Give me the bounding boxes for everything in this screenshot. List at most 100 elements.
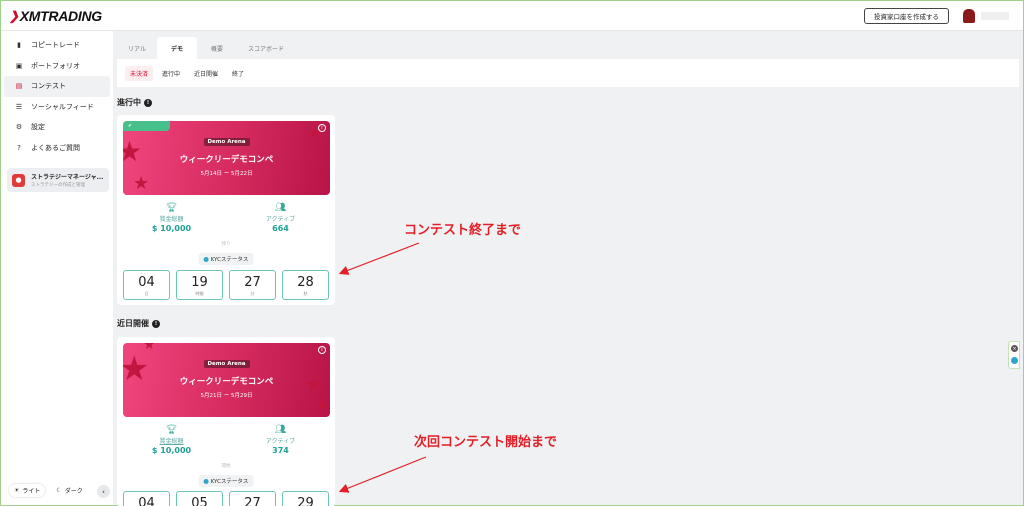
floating-side-widget[interactable]: × [1008, 341, 1020, 369]
active-stat: 👥︎ アクティブ 374 [226, 425, 335, 455]
avatar[interactable] [963, 9, 975, 23]
filter-ongoing[interactable]: 進行中 [157, 66, 185, 81]
account-tabs: リアル デモ 概要 スコアボード [117, 37, 295, 59]
timer-hours: 19 時間 [176, 270, 223, 300]
sidebar-item-label: コピートレード [31, 41, 80, 50]
contest-title: ウィークリーデモコンペ [179, 377, 274, 387]
timer-unit: 分 [250, 291, 255, 296]
timer-seconds: 28 秒 [282, 270, 329, 300]
sidebar-item-portfolio[interactable]: ▣ ポートフォリオ [4, 56, 110, 77]
tab-overview[interactable]: 概要 [197, 37, 237, 59]
start-label: 開始 [221, 464, 231, 469]
arena-label: Demo Arena [203, 360, 250, 368]
sidebar-item-label: ソーシャルフィード [31, 102, 94, 111]
portfolio-icon: ▣ [15, 61, 23, 70]
theme-light-button[interactable]: ☀ ライト [9, 484, 46, 497]
info-icon[interactable]: i [318, 124, 326, 132]
filter-finished[interactable]: 終了 [227, 66, 249, 81]
help-icon[interactable] [1011, 357, 1018, 364]
timer-days: 04 日 [123, 270, 170, 300]
faq-icon: ? [17, 143, 21, 152]
info-icon[interactable]: ! [152, 319, 160, 328]
star-decoration-icon: ★ [143, 343, 156, 353]
sidebar-item-label: ポートフォリオ [31, 61, 80, 70]
timer-minutes: 27 [229, 491, 276, 506]
strategy-manager-subtitle: ストラテジーの作成と管理 [31, 183, 85, 188]
timer-value: 05 [191, 496, 208, 506]
sidebar-item-faq[interactable]: ? よくあるご質問 [4, 138, 110, 159]
kyc-label: KYCステータス [210, 479, 249, 485]
theme-dark-button[interactable]: ☾ ダーク [51, 484, 87, 497]
filter-upcoming[interactable]: 近日開催 [189, 66, 223, 81]
users-icon: 👥︎ [274, 203, 287, 213]
user-name-placeholder[interactable] [981, 12, 1009, 20]
sidebar-item-contest[interactable]: ▤ コンテスト [4, 76, 110, 97]
active-stat: 👥︎ アクティブ 664 [226, 203, 335, 233]
kyc-dot-icon [203, 256, 209, 262]
sidebar-item-copy-trade[interactable]: ▮ コピートレード [4, 35, 110, 56]
info-icon[interactable]: i [318, 346, 326, 354]
countdown-timer: 04 日 19 時間 27 分 28 秒 [123, 270, 329, 300]
strategy-manager-title: ストラテジーマネージャ... [31, 174, 104, 181]
moon-icon: ☾ [56, 487, 62, 494]
tab-demo[interactable]: デモ [157, 37, 197, 59]
section-ongoing-label: 進行中 [117, 98, 141, 107]
timer-unit: 時間 [195, 291, 204, 296]
timer-seconds: 29 [282, 491, 329, 506]
prize-stat: 🏆︎ 賞金総額 $ 10,000 [117, 425, 226, 455]
top-bar: ❯ XMTRADING 投資家口座を作成する [1, 1, 1023, 31]
create-investor-account-button[interactable]: 投資家口座を作成する [864, 8, 949, 24]
sidebar-item-label: コンテスト [31, 82, 66, 91]
logo-chevron-icon: ❯ [9, 8, 19, 23]
strategy-manager-card[interactable]: ● ストラテジーマネージャ... ストラテジーの作成と管理 [7, 168, 109, 192]
sidebar-item-social-feed[interactable]: ☰ ソーシャルフィード [4, 97, 110, 118]
info-icon[interactable]: ! [144, 98, 152, 107]
sidebar-item-label: 設定 [31, 123, 45, 132]
prize-stat: 🏆︎ 賞金総額 $ 10,000 [117, 203, 226, 233]
timer-value: 29 [297, 496, 314, 506]
theme-dark-label: ダーク [64, 488, 83, 495]
theme-switcher: ☀ ライト ☾ ダーク [9, 484, 88, 497]
trophy-icon: 🏆︎ [165, 203, 178, 213]
arena-label: Demo Arena [203, 138, 250, 146]
countdown-timer: 04 05 27 29 [123, 491, 329, 506]
kyc-status-badge[interactable]: KYCステータス [198, 475, 254, 487]
active-label: アクティブ [265, 216, 296, 223]
active-value: 374 [272, 446, 289, 455]
sidebar: ▮ コピートレード ▣ ポートフォリオ ▤ コンテスト ☰ ソーシャルフィード ⚙ 設定 … [1, 31, 113, 505]
prize-value: $ 10,000 [151, 224, 192, 233]
tab-scoreboard[interactable]: スコアボード [237, 37, 295, 59]
filter-open[interactable]: 未決済 [125, 65, 154, 81]
timer-value: 27 [244, 496, 261, 506]
timer-value: 28 [297, 275, 314, 290]
kyc-label: KYCステータス [210, 257, 249, 263]
contest-banner: ★ ★ ★ ★ i Demo Arena ウィークリーデモコンペ 5月21日 ー… [123, 343, 330, 417]
contest-dates: 5月14日 ー 5月22日 [200, 171, 253, 177]
xm-logo[interactable]: ❯ XMTRADING [9, 8, 102, 24]
joined-badge: ✔ [123, 121, 170, 131]
timer-value: 27 [244, 275, 261, 290]
users-icon: 👥︎ [274, 425, 287, 435]
prize-label: 賞金総額 [159, 216, 184, 223]
remaining-label: 残り [221, 242, 231, 247]
kyc-status-badge[interactable]: KYCステータス [198, 253, 254, 265]
timer-unit: 秒 [303, 291, 308, 296]
timer-hours: 05 [176, 491, 223, 506]
collapse-sidebar-button[interactable]: ‹ [97, 485, 110, 498]
sidebar-item-settings[interactable]: ⚙ 設定 [4, 117, 110, 138]
feed-icon: ☰ [15, 102, 23, 111]
logo-text: XMTRADING [19, 7, 102, 24]
contest-card-upcoming[interactable]: ★ ★ ★ ★ i Demo Arena ウィークリーデモコンペ 5月21日 ー… [117, 337, 335, 506]
contest-icon: ▤ [15, 82, 23, 91]
active-value: 664 [272, 224, 289, 233]
contest-dates: 5月21日 ー 5月29日 [200, 393, 253, 399]
tab-real[interactable]: リアル [117, 37, 157, 59]
contest-card-ongoing[interactable]: ★ ★ ★ ✔ i Demo Arena ウィークリーデモコンペ 5月14日 ー… [117, 115, 335, 305]
prize-label[interactable]: 賞金総額 [117, 436, 226, 445]
check-icon: ✔ [128, 123, 133, 129]
timer-unit: 日 [144, 291, 149, 296]
theme-light-label: ライト [22, 488, 41, 495]
contest-banner: ★ ★ ★ ✔ i Demo Arena ウィークリーデモコンペ 5月14日 ー… [123, 121, 330, 195]
sun-icon: ☀ [14, 487, 20, 494]
close-icon[interactable]: × [1011, 345, 1018, 352]
